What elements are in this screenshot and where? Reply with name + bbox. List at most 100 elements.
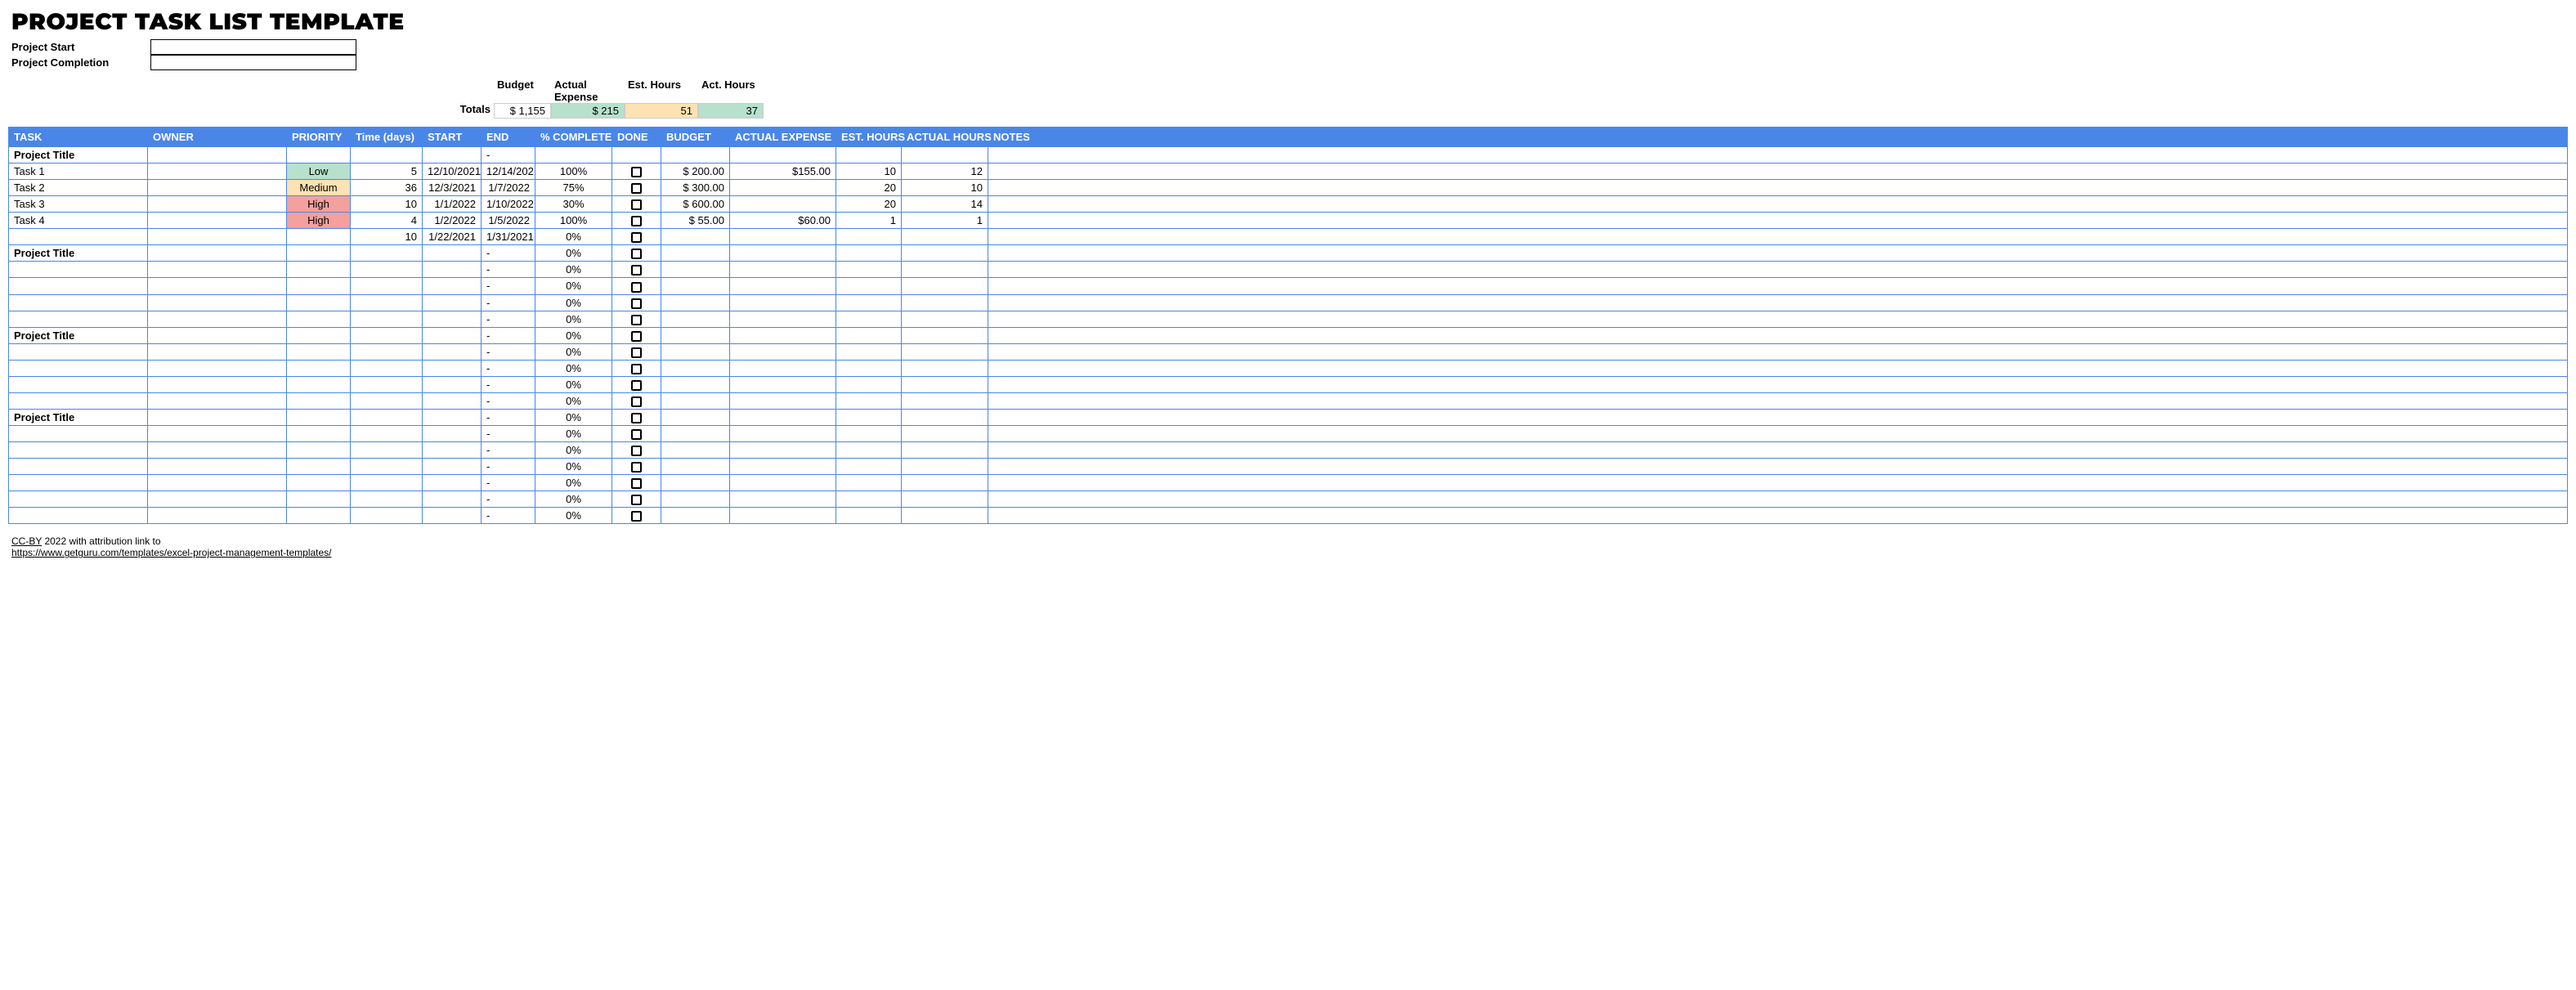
cell[interactable] <box>836 491 902 508</box>
cell[interactable] <box>148 196 287 213</box>
cell[interactable]: 12/14/2021 <box>482 164 535 180</box>
cell[interactable]: Project Title <box>9 245 148 262</box>
cell[interactable] <box>836 508 902 524</box>
cell[interactable] <box>287 229 351 245</box>
table-row[interactable]: Task 3High101/1/20221/10/202230%$ 600.00… <box>9 196 2568 213</box>
done-cell[interactable] <box>612 442 661 459</box>
cell[interactable] <box>902 343 988 360</box>
cell[interactable]: 36 <box>351 180 423 196</box>
table-row[interactable]: -0% <box>9 376 2568 392</box>
done-cell[interactable] <box>612 409 661 425</box>
cell[interactable] <box>661 262 730 278</box>
cell[interactable]: - <box>482 442 535 459</box>
cell[interactable]: 12 <box>902 164 988 180</box>
cell[interactable]: $155.00 <box>730 164 836 180</box>
cell[interactable] <box>988 327 2568 343</box>
cell[interactable]: 0% <box>535 392 612 409</box>
cell[interactable] <box>661 360 730 376</box>
cell[interactable] <box>836 426 902 442</box>
table-row[interactable]: 101/22/20211/31/20210% <box>9 229 2568 245</box>
done-cell[interactable] <box>612 459 661 475</box>
cell[interactable] <box>423 475 482 491</box>
cell[interactable] <box>9 311 148 327</box>
cell[interactable]: Task 3 <box>9 196 148 213</box>
cell[interactable] <box>148 180 287 196</box>
cell[interactable] <box>988 475 2568 491</box>
cell[interactable] <box>9 360 148 376</box>
cell[interactable] <box>351 442 423 459</box>
cell[interactable] <box>351 245 423 262</box>
cell[interactable] <box>661 327 730 343</box>
cell[interactable] <box>902 459 988 475</box>
checkbox-icon[interactable] <box>631 216 642 226</box>
cell[interactable] <box>423 294 482 311</box>
cell[interactable] <box>148 164 287 180</box>
cell[interactable] <box>988 311 2568 327</box>
checkbox-icon[interactable] <box>631 298 642 309</box>
cell[interactable] <box>287 245 351 262</box>
cell[interactable] <box>9 442 148 459</box>
checkbox-icon[interactable] <box>631 495 642 505</box>
cell[interactable]: 100% <box>535 164 612 180</box>
cell[interactable] <box>988 229 2568 245</box>
cell[interactable] <box>287 409 351 425</box>
cell[interactable] <box>661 392 730 409</box>
cell[interactable] <box>9 376 148 392</box>
cell[interactable] <box>661 147 730 164</box>
cell[interactable]: 0% <box>535 278 612 294</box>
cell[interactable] <box>988 213 2568 229</box>
checkbox-icon[interactable] <box>631 462 642 473</box>
cell[interactable] <box>730 459 836 475</box>
cell[interactable] <box>287 491 351 508</box>
cell[interactable] <box>730 147 836 164</box>
cell[interactable] <box>988 508 2568 524</box>
cell[interactable]: - <box>482 426 535 442</box>
cell[interactable]: 0% <box>535 475 612 491</box>
cell[interactable] <box>902 442 988 459</box>
cell[interactable] <box>148 147 287 164</box>
cell[interactable] <box>351 294 423 311</box>
cell[interactable] <box>9 426 148 442</box>
cell[interactable] <box>423 262 482 278</box>
cell[interactable] <box>351 409 423 425</box>
cell[interactable] <box>351 508 423 524</box>
cell[interactable] <box>423 459 482 475</box>
cell[interactable]: 0% <box>535 459 612 475</box>
cell[interactable] <box>988 343 2568 360</box>
cell[interactable]: - <box>482 459 535 475</box>
cell[interactable] <box>9 278 148 294</box>
attribution-link[interactable]: https://www.getguru.com/templates/excel-… <box>11 547 332 558</box>
cell[interactable] <box>351 327 423 343</box>
cell[interactable] <box>148 459 287 475</box>
cell[interactable]: High <box>287 196 351 213</box>
cell[interactable] <box>836 475 902 491</box>
table-row[interactable]: -0% <box>9 294 2568 311</box>
cell[interactable] <box>988 180 2568 196</box>
cell[interactable] <box>836 294 902 311</box>
cell[interactable] <box>9 392 148 409</box>
cell[interactable] <box>148 376 287 392</box>
done-cell[interactable] <box>612 278 661 294</box>
cell[interactable]: 1 <box>836 213 902 229</box>
cell[interactable]: 14 <box>902 196 988 213</box>
cell[interactable] <box>730 180 836 196</box>
cell[interactable] <box>836 229 902 245</box>
cell[interactable] <box>287 475 351 491</box>
cell[interactable] <box>423 508 482 524</box>
cell[interactable] <box>148 475 287 491</box>
cell[interactable] <box>730 262 836 278</box>
cell[interactable] <box>148 426 287 442</box>
cell[interactable] <box>535 147 612 164</box>
cell[interactable] <box>730 245 836 262</box>
checkbox-icon[interactable] <box>631 511 642 522</box>
project-completion-input[interactable] <box>150 55 356 70</box>
cell[interactable] <box>836 245 902 262</box>
cell[interactable]: Project Title <box>9 147 148 164</box>
cell[interactable]: 1/10/2022 <box>482 196 535 213</box>
cell[interactable]: Project Title <box>9 327 148 343</box>
cell[interactable] <box>661 376 730 392</box>
cell[interactable]: 10 <box>836 164 902 180</box>
cell[interactable]: Task 2 <box>9 180 148 196</box>
cell[interactable] <box>988 360 2568 376</box>
cell[interactable] <box>988 491 2568 508</box>
